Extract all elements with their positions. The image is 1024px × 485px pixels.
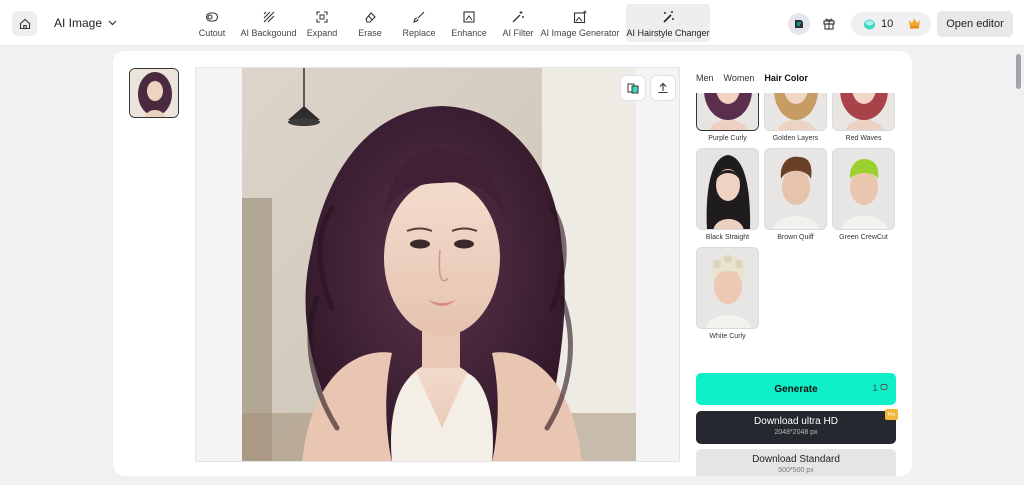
style-label: Black Straight [705, 234, 750, 241]
brush-icon [413, 11, 425, 23]
hairstyle-grid: Purple Curly Golden Layers Red Waves Bla… [696, 93, 902, 345]
tab-men[interactable]: Men [696, 73, 714, 87]
gift-button[interactable] [822, 16, 836, 35]
crown-icon [909, 18, 920, 29]
style-preview [696, 148, 759, 230]
tool-label: Cutout [198, 28, 226, 38]
style-preview [832, 93, 895, 131]
category-tabs: Men Women Hair Color [696, 73, 902, 87]
open-editor-button[interactable]: Open editor [937, 11, 1013, 37]
style-preview [764, 148, 827, 230]
scrollbar-thumb[interactable] [1016, 54, 1021, 89]
tool-label: Replace [402, 28, 436, 38]
upload-icon [658, 82, 668, 94]
download-std-label: Download Standard [752, 454, 840, 465]
magic-wand-icon [663, 11, 674, 23]
home-button[interactable] [12, 11, 37, 36]
download-std-size: 500*500 px [778, 467, 814, 474]
tool-label: Enhance [451, 28, 487, 38]
chevron-down-icon [108, 20, 117, 26]
tool-label: Expand [306, 28, 338, 38]
style-card-golden-layers[interactable]: Golden Layers [764, 93, 827, 142]
generate-cost: 1 [872, 383, 888, 393]
pro-badge: Pro [885, 409, 898, 420]
tool-erase[interactable]: Erase [357, 4, 383, 42]
style-card-white-curly[interactable]: White Curly [696, 247, 759, 340]
download-ultra-hd-button[interactable]: Download ultra HD 2048*2048 px Pro [696, 409, 898, 444]
tab-women[interactable]: Women [724, 73, 755, 87]
background-icon [263, 11, 274, 23]
page-scrollbar[interactable] [1014, 46, 1024, 485]
cutout-icon [205, 12, 219, 22]
app-menu-dropdown[interactable]: AI Image [54, 16, 117, 30]
download-standard-button[interactable]: Download Standard 500*500 px [696, 449, 896, 476]
app-menu-label: AI Image [54, 16, 103, 30]
enhance-icon [463, 11, 475, 23]
hairstyle-panel: Men Women Hair Color Purple Curly Golden… [696, 73, 902, 476]
style-card-purple-curly[interactable]: Purple Curly [696, 93, 759, 142]
eraser-icon [365, 12, 376, 23]
cost-value: 1 [872, 383, 878, 393]
tab-hair-color[interactable]: Hair Color [764, 73, 808, 87]
tool-expand[interactable]: Expand [307, 4, 337, 42]
thumbnail-image [130, 69, 178, 117]
tool-label: AI Backgound [240, 28, 297, 38]
wand-icon [512, 11, 524, 23]
tool-ai-background[interactable]: AI Backgound [240, 4, 297, 42]
style-card-black-straight[interactable]: Black Straight [696, 148, 759, 241]
workspace-card: Men Women Hair Color Purple Curly Golden… [113, 51, 912, 476]
source-image-thumbnail[interactable] [129, 68, 179, 118]
tool-label: Erase [358, 28, 382, 38]
tool-enhance[interactable]: Enhance [451, 4, 487, 42]
image-sparkle-icon [573, 10, 587, 24]
tool-label: AI Image Generator [540, 28, 620, 38]
style-label: Golden Layers [772, 135, 819, 142]
style-card-green-crewcut[interactable]: Green CrewCut [832, 148, 895, 241]
credits-count: 10 [881, 18, 894, 30]
result-photo [242, 68, 636, 461]
tool-cutout[interactable]: Cutout [194, 4, 230, 42]
style-preview [832, 148, 895, 230]
download-hd-label: Download ultra HD [754, 416, 838, 427]
download-hd-size: 2048*2048 px [774, 429, 818, 436]
style-preview [696, 93, 759, 131]
brand-badge-icon[interactable] [788, 13, 810, 35]
tool-ai-filter[interactable]: AI Filter [502, 4, 534, 42]
credit-coin-icon [864, 19, 875, 29]
compare-button[interactable] [621, 76, 645, 100]
style-label: Red Waves [845, 135, 882, 142]
credits-pill[interactable]: 10 [851, 12, 931, 36]
tool-ai-image-generator[interactable]: AI Image Generator [540, 4, 620, 42]
home-icon [19, 18, 30, 29]
logo-mark-icon [795, 20, 803, 28]
expand-icon [316, 11, 328, 23]
compare-icon [627, 83, 639, 94]
style-card-red-waves[interactable]: Red Waves [832, 93, 895, 142]
tool-replace[interactable]: Replace [402, 4, 436, 42]
gift-icon [823, 18, 835, 30]
portrait-image [242, 68, 636, 461]
top-toolbar: AI Image Cutout AI Backgound Expand Eras… [0, 0, 1024, 46]
style-preview [764, 93, 827, 131]
style-label: Brown Quiff [777, 234, 814, 241]
credit-small-icon [880, 384, 888, 390]
tool-list: Cutout AI Backgound Expand Erase Replace… [194, 4, 710, 42]
image-canvas[interactable] [195, 67, 680, 462]
tool-ai-hairstyle-changer[interactable]: AI Hairstyle Changer [626, 4, 710, 42]
style-label: Purple Curly [708, 135, 747, 142]
upload-button[interactable] [651, 76, 675, 100]
tool-label: AI Filter [502, 28, 534, 38]
style-label: Green CrewCut [839, 234, 888, 241]
tool-label: AI Hairstyle Changer [626, 28, 710, 38]
style-card-brown-quiff[interactable]: Brown Quiff [764, 148, 827, 241]
generate-label: Generate [774, 383, 818, 395]
style-preview [696, 247, 759, 329]
generate-button[interactable]: Generate 1 [696, 373, 896, 405]
style-label: White Curly [709, 333, 746, 340]
